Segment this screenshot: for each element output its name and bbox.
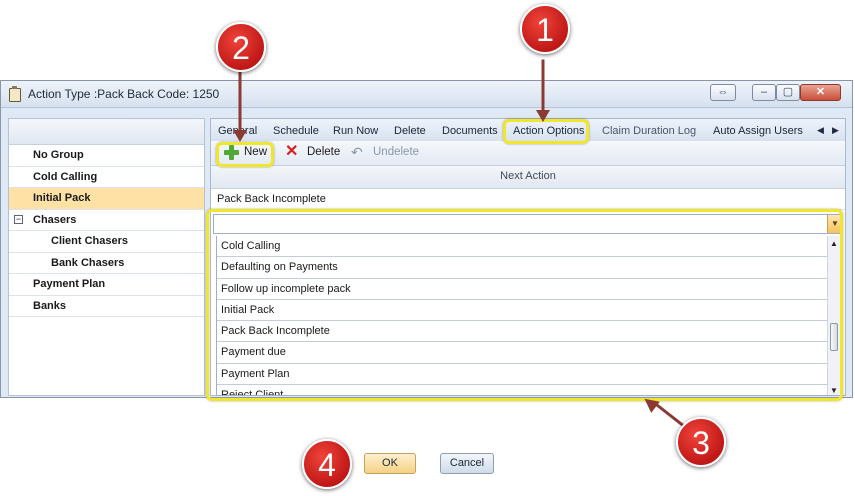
minimize-button[interactable]: –: [752, 84, 776, 101]
next-action-column-header[interactable]: Next Action: [211, 166, 845, 189]
delete-button[interactable]: Delete: [307, 146, 340, 158]
tab-run-now[interactable]: Run Now: [333, 125, 378, 137]
sidebar-item-chasers[interactable]: − Chasers: [9, 210, 204, 231]
sidebar-item-bank-chasers[interactable]: Bank Chasers: [9, 253, 204, 274]
sidebar-item-label: Bank Chasers: [51, 256, 125, 269]
sidebar-item-client-chasers[interactable]: Client Chasers: [9, 231, 204, 253]
tab-schedule[interactable]: Schedule: [273, 125, 319, 137]
sidebar-header: [9, 119, 204, 145]
callout-1-arrowhead: [536, 110, 550, 122]
tab-delete[interactable]: Delete: [394, 125, 426, 137]
callout-marker-4: 4: [302, 439, 352, 489]
tab-auto-assign-users[interactable]: Auto Assign Users: [713, 125, 803, 137]
collapse-toggle-icon[interactable]: −: [14, 214, 23, 224]
undelete-button[interactable]: Undelete: [373, 146, 419, 158]
sidebar-list: No Group Cold Calling Initial Pack − Chasers…: [9, 145, 204, 317]
action-options-highlight: [503, 119, 589, 144]
sidebar-item-initial-pack[interactable]: Initial Pack: [9, 188, 204, 210]
undo-arrow-icon: ↶: [351, 144, 363, 160]
toolbar: New ✕ Delete ↶ Undelete: [211, 141, 845, 166]
close-button[interactable]: ✕: [800, 84, 841, 101]
tab-scroll-left-icon[interactable]: ◀: [817, 125, 824, 136]
window-title: Action Type :Pack Back Code: 1250: [28, 87, 220, 101]
cancel-button[interactable]: Cancel: [440, 453, 494, 474]
resize-button[interactable]: ⇔: [710, 84, 736, 101]
sidebar-item-no-group[interactable]: No Group: [9, 145, 204, 167]
sidebar-item-label: Chasers: [33, 213, 77, 226]
sidebar-item-cold-calling[interactable]: Cold Calling: [9, 167, 204, 188]
callout-1-line: [541, 59, 545, 118]
callout-2-line: [238, 66, 242, 137]
callout-marker-1: 1: [520, 4, 570, 54]
sidebar-item-banks[interactable]: Banks: [9, 296, 204, 317]
sidebar-item-label: No Group: [33, 149, 84, 161]
new-button-highlight: [216, 142, 274, 167]
sidebar-item-label: Initial Pack: [33, 192, 91, 204]
tab-scroll-right-icon[interactable]: ▶: [832, 125, 839, 136]
delete-x-icon[interactable]: ✕: [285, 144, 298, 160]
callout-marker-2: 2: [216, 22, 266, 72]
sidebar-item-label: Banks: [33, 299, 67, 312]
title-bar[interactable]: Action Type :Pack Back Code: 1250 ⇔ – ▢ …: [1, 81, 852, 108]
tab-claim-duration-log[interactable]: Claim Duration Log: [602, 125, 696, 137]
sidebar-item-payment-plan[interactable]: Payment Plan: [9, 274, 204, 296]
sidebar-item-label: Payment Plan: [33, 278, 106, 290]
sidebar-item-label: Client Chasers: [51, 235, 129, 247]
callout-marker-3: 3: [676, 417, 726, 467]
maximize-button[interactable]: ▢: [776, 84, 800, 101]
grid-row[interactable]: Pack Back Incomplete: [211, 189, 845, 210]
action-group-sidebar: No Group Cold Calling Initial Pack − Chasers…: [8, 118, 205, 396]
sidebar-item-label: Cold Calling: [33, 170, 98, 183]
clipboard-icon: [9, 86, 21, 102]
ok-button[interactable]: OK: [364, 453, 416, 474]
dropdown-highlight: [206, 209, 843, 401]
tab-documents[interactable]: Documents: [442, 125, 498, 137]
callout-2-arrowhead: [233, 130, 247, 142]
